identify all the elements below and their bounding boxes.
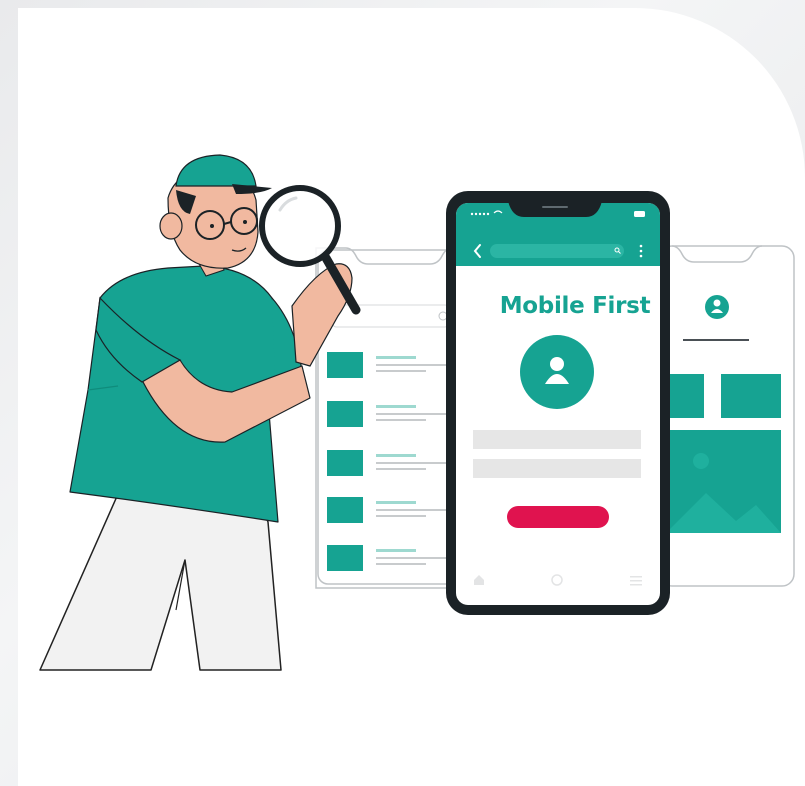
more-vertical-icon[interactable] [639,244,643,258]
input-field-2[interactable] [473,459,641,478]
illustration-card: Mobile First [18,8,805,786]
profile-avatar-icon [520,335,594,409]
submit-button[interactable] [507,506,609,528]
input-field-1[interactable] [473,430,641,449]
main-phone [446,191,670,615]
headline-mobile-first: Mobile First [499,293,651,319]
search-bar[interactable] [490,244,624,258]
menu-icon[interactable] [630,576,642,586]
mobile-first-illustration [39,154,795,671]
user-avatar-icon [705,295,729,319]
